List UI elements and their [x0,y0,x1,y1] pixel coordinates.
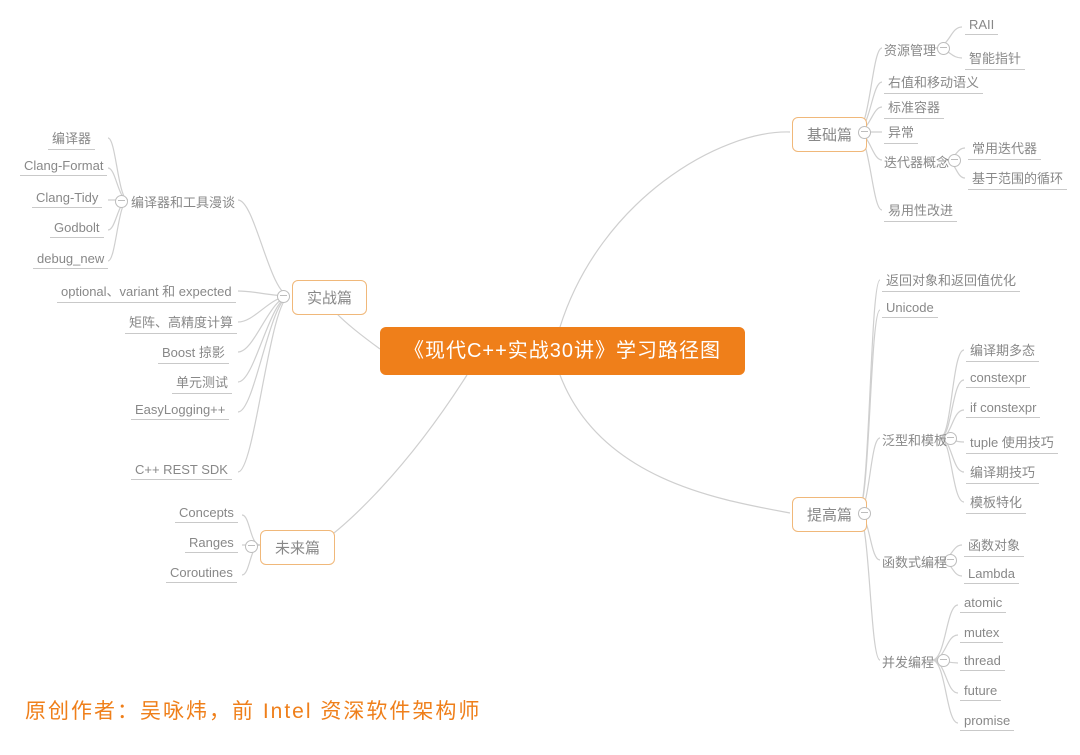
node-atomic[interactable]: atomic [960,595,1006,613]
branch-future[interactable]: 未来篇 [260,530,335,565]
central-topic-label: 《现代C++实战30讲》学习路径图 [404,340,721,362]
node-poly[interactable]: 编译期多态 [966,340,1039,362]
node-coroutines[interactable]: Coroutines [166,565,237,583]
node-usability[interactable]: 易用性改进 [884,200,957,222]
node-unicode[interactable]: Unicode [882,300,938,318]
node-if-constexpr[interactable]: if constexpr [966,400,1040,418]
node-retobj[interactable]: 返回对象和返回值优化 [882,270,1020,292]
toggle-basics[interactable] [858,126,871,139]
author-credit: 原创作者：吴咏炜，前 Intel 资深软件架构师 [25,695,481,725]
node-future[interactable]: future [960,683,1001,701]
node-iterator[interactable]: 迭代器概念 [884,152,949,171]
node-functional[interactable]: 函数式编程 [882,552,947,571]
node-optional[interactable]: optional、variant 和 expected [57,281,236,303]
node-raii[interactable]: RAII [965,17,998,35]
node-compiler[interactable]: 编译器 [48,128,95,150]
toggle-future[interactable] [245,540,258,553]
node-unittest[interactable]: 单元测试 [172,372,232,394]
node-resource-mgmt[interactable]: 资源管理 [884,40,936,59]
node-generics[interactable]: 泛型和模板 [882,430,947,449]
node-concepts[interactable]: Concepts [175,505,238,523]
node-concurrency[interactable]: 并发编程 [882,652,934,671]
node-tools[interactable]: 编译器和工具漫谈 [131,192,235,211]
author-credit-text: 原创作者：吴咏炜，前 Intel 资深软件架构师 [25,700,481,723]
branch-advanced-label: 提高篇 [807,507,852,524]
node-thread[interactable]: thread [960,653,1005,671]
central-topic[interactable]: 《现代C++实战30讲》学习路径图 [380,327,745,375]
branch-practice[interactable]: 实战篇 [292,280,367,315]
branch-practice-label: 实战篇 [307,290,352,307]
node-matrix[interactable]: 矩阵、高精度计算 [125,312,237,334]
node-clang-format[interactable]: Clang-Format [20,158,107,176]
mindmap-stage: 《现代C++实战30讲》学习路径图 基础篇 提高篇 实战篇 未来篇 资源管理 R… [0,0,1080,755]
node-boost[interactable]: Boost 掠影 [158,342,229,364]
node-mutex[interactable]: mutex [960,625,1003,643]
node-common-iterator[interactable]: 常用迭代器 [968,138,1041,160]
toggle-iterator[interactable] [948,154,961,167]
toggle-resource-mgmt[interactable] [937,42,950,55]
branch-advanced[interactable]: 提高篇 [792,497,867,532]
node-compile-tricks[interactable]: 编译期技巧 [966,462,1039,484]
node-debug-new[interactable]: debug_new [33,251,108,269]
node-ranges[interactable]: Ranges [185,535,238,553]
node-rvalue[interactable]: 右值和移动语义 [884,72,983,94]
node-godbolt[interactable]: Godbolt [50,220,104,238]
node-container[interactable]: 标准容器 [884,97,944,119]
branch-basics-label: 基础篇 [807,127,852,144]
node-funcobj[interactable]: 函数对象 [964,535,1024,557]
node-range-for[interactable]: 基于范围的循环 [968,168,1067,190]
node-spec[interactable]: 模板特化 [966,492,1026,514]
branch-basics[interactable]: 基础篇 [792,117,867,152]
toggle-tools[interactable] [115,195,128,208]
node-easylog[interactable]: EasyLogging++ [131,402,229,420]
node-restsdk[interactable]: C++ REST SDK [131,462,232,480]
toggle-practice[interactable] [277,290,290,303]
branch-future-label: 未来篇 [275,540,320,557]
node-exception[interactable]: 异常 [884,122,918,144]
node-clang-tidy[interactable]: Clang-Tidy [32,190,102,208]
node-promise[interactable]: promise [960,713,1014,731]
node-smart-ptr[interactable]: 智能指针 [965,48,1025,70]
node-lambda[interactable]: Lambda [964,566,1019,584]
node-constexpr[interactable]: constexpr [966,370,1030,388]
node-tuple[interactable]: tuple 使用技巧 [966,432,1058,454]
toggle-concurrency[interactable] [937,654,950,667]
toggle-advanced[interactable] [858,507,871,520]
